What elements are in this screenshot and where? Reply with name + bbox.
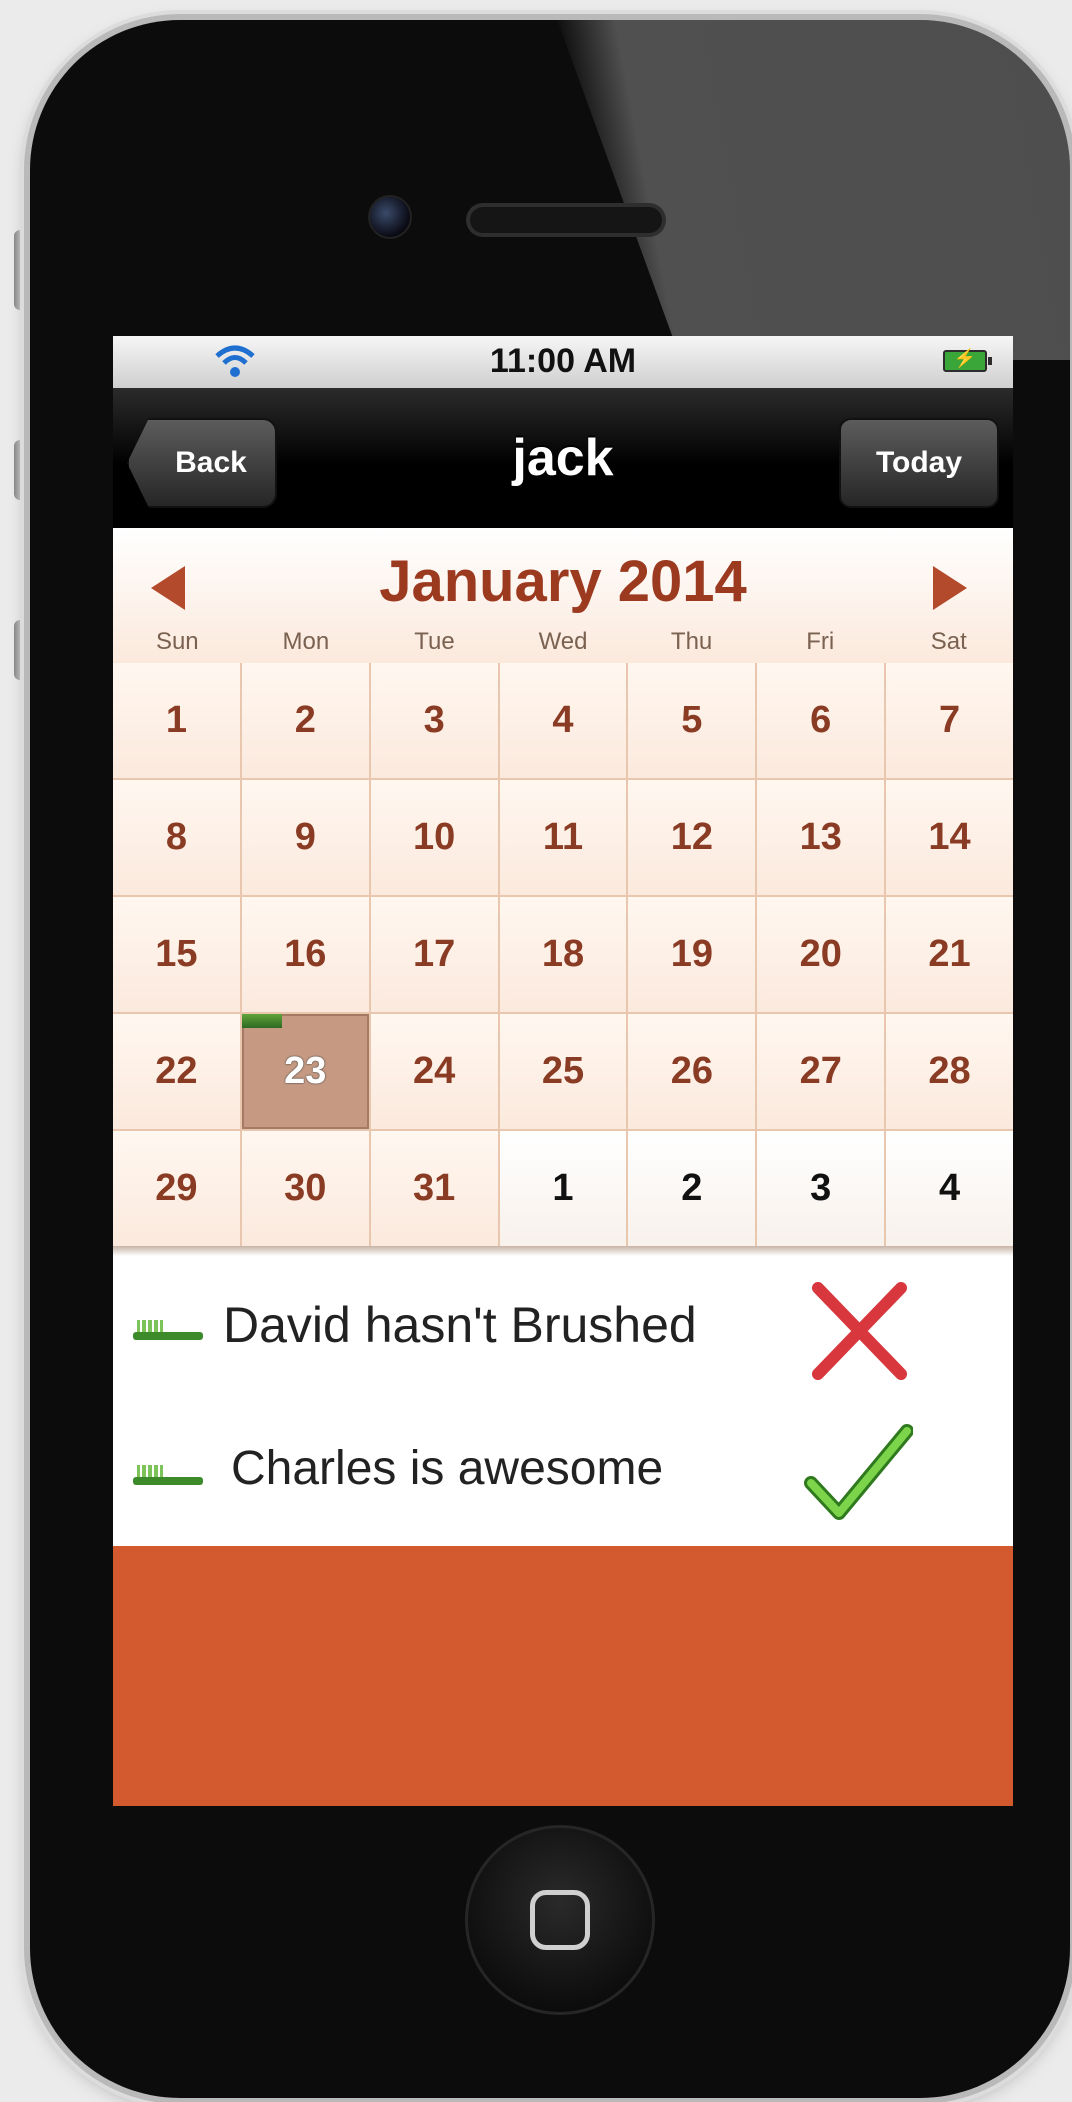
weekday-label: Fri bbox=[806, 628, 835, 655]
day-cell[interactable]: 25 bbox=[499, 1014, 627, 1129]
calendar-grid: 1 2 3 4 5 6 7 8 9 10 11 12 13 14 15 16 1… bbox=[113, 663, 1013, 1246]
day-cell[interactable]: 13 bbox=[757, 780, 885, 895]
day-cell[interactable]: 10 bbox=[370, 780, 498, 895]
day-cell-next-month[interactable]: 1 bbox=[499, 1131, 627, 1246]
day-cell[interactable]: 4 bbox=[499, 663, 627, 778]
day-cell[interactable]: 31 bbox=[370, 1131, 498, 1246]
cross-icon bbox=[812, 1282, 907, 1380]
day-cell[interactable]: 29 bbox=[113, 1131, 240, 1246]
event-text: Charles is awesome bbox=[231, 1442, 664, 1495]
day-cell-next-month[interactable]: 4 bbox=[886, 1131, 1013, 1246]
toothbrush-icon bbox=[133, 1465, 203, 1485]
day-cell[interactable]: 5 bbox=[628, 663, 756, 778]
day-cell[interactable]: 12 bbox=[628, 780, 756, 895]
event-list: David hasn't Brushed Charles is awesome bbox=[113, 1256, 1013, 1546]
day-cell[interactable]: 24 bbox=[370, 1014, 498, 1129]
weekday-label: Wed bbox=[538, 628, 588, 655]
status-time: 11:00 AM bbox=[489, 342, 637, 380]
day-cell[interactable]: 11 bbox=[499, 780, 627, 895]
day-cell[interactable]: 26 bbox=[628, 1014, 756, 1129]
month-title: January 2014 bbox=[379, 549, 747, 614]
weekday-label: Sun bbox=[155, 628, 199, 655]
next-month-arrow-icon[interactable] bbox=[933, 566, 967, 610]
grid-shadow bbox=[113, 1246, 1013, 1256]
checkmark-icon bbox=[804, 1424, 913, 1520]
earpiece-speaker bbox=[466, 203, 666, 237]
day-cell[interactable]: 1 bbox=[113, 663, 240, 778]
screen: 11:00 AM ⚡ Back jack Today January 2014 … bbox=[113, 336, 1013, 1806]
home-square-icon bbox=[530, 1890, 590, 1950]
day-cell[interactable]: 19 bbox=[628, 897, 756, 1012]
day-cell[interactable]: 17 bbox=[370, 897, 498, 1012]
day-cell[interactable]: 28 bbox=[886, 1014, 1013, 1129]
day-cell[interactable]: 15 bbox=[113, 897, 240, 1012]
event-text: David hasn't Brushed bbox=[223, 1297, 697, 1353]
status-bar: 11:00 AM ⚡ bbox=[113, 336, 1013, 388]
day-cell-next-month[interactable]: 2 bbox=[628, 1131, 756, 1246]
today-button[interactable]: Today bbox=[839, 418, 999, 508]
weekday-label: Thu bbox=[670, 628, 713, 655]
toothbrush-icon bbox=[133, 1320, 203, 1340]
calendar-header: January 2014 Sun Mon Tue Wed Thu Fri Sat bbox=[113, 528, 1013, 663]
day-cell-selected[interactable]: 23 bbox=[241, 1014, 369, 1129]
day-cell[interactable]: 7 bbox=[886, 663, 1013, 778]
day-cell[interactable]: 9 bbox=[241, 780, 369, 895]
day-cell[interactable]: 2 bbox=[241, 663, 369, 778]
day-cell[interactable]: 18 bbox=[499, 897, 627, 1012]
weekday-label: Tue bbox=[414, 628, 455, 655]
day-cell[interactable]: 22 bbox=[113, 1014, 240, 1129]
day-cell-next-month[interactable]: 3 bbox=[757, 1131, 885, 1246]
day-cell[interactable]: 6 bbox=[757, 663, 885, 778]
day-cell[interactable]: 16 bbox=[241, 897, 369, 1012]
weekday-label: Sat bbox=[930, 628, 967, 655]
day-cell[interactable]: 21 bbox=[886, 897, 1013, 1012]
day-cell[interactable]: 27 bbox=[757, 1014, 885, 1129]
day-cell[interactable]: 3 bbox=[370, 663, 498, 778]
home-button[interactable] bbox=[465, 1825, 655, 2015]
day-cell[interactable]: 30 bbox=[241, 1131, 369, 1246]
front-camera bbox=[368, 195, 412, 239]
weekday-row: Sun Mon Tue Wed Thu Fri Sat bbox=[113, 628, 1013, 662]
glare bbox=[550, 20, 1070, 360]
weekday-label: Mon bbox=[282, 628, 330, 655]
list-item[interactable]: David hasn't Brushed bbox=[113, 1266, 1013, 1396]
list-item[interactable]: Charles is awesome bbox=[113, 1411, 1013, 1541]
day-cell[interactable]: 8 bbox=[113, 780, 240, 895]
navigation-bar: Back jack Today bbox=[113, 388, 1013, 528]
day-cell[interactable]: 14 bbox=[886, 780, 1013, 895]
battery-charging-icon: ⚡ bbox=[943, 348, 992, 372]
footer-panel bbox=[113, 1546, 1013, 1806]
day-cell[interactable]: 20 bbox=[757, 897, 885, 1012]
